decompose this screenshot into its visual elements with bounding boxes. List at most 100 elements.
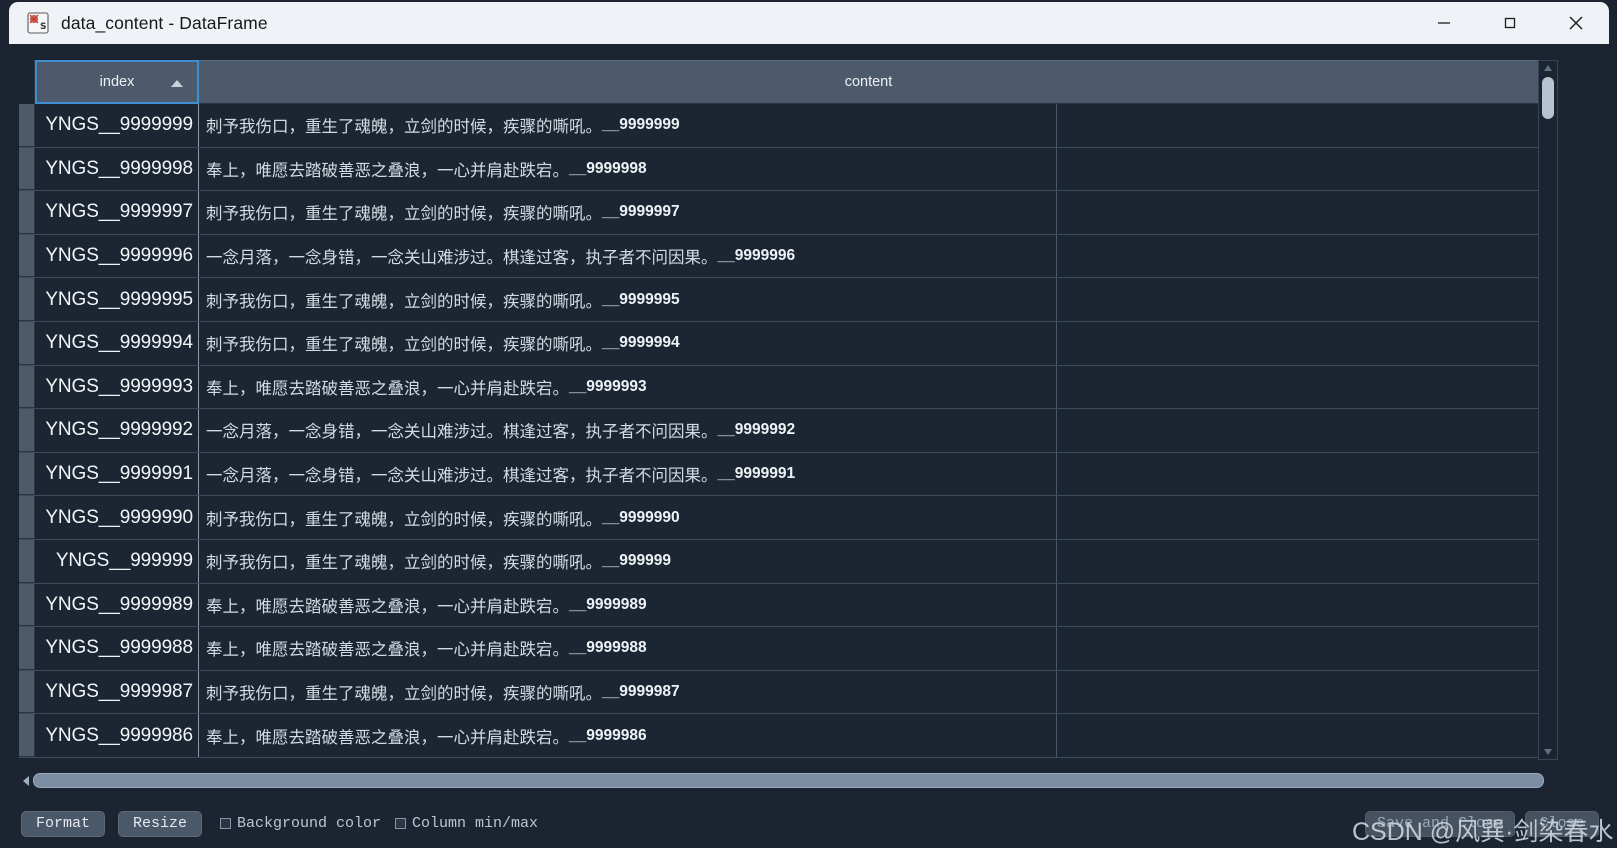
cell-index[interactable]: YNGS__9999997 (35, 191, 199, 234)
scroll-up-icon[interactable] (1539, 61, 1557, 75)
cell-empty-area (1057, 627, 1538, 670)
cell-index[interactable]: YNGS__9999990 (35, 496, 199, 539)
window-title: data_content - DataFrame (61, 12, 268, 33)
scroll-down-icon[interactable] (1539, 745, 1557, 759)
cell-index[interactable]: YNGS__9999999 (35, 104, 199, 147)
cell-index[interactable]: YNGS__9999986 (35, 714, 199, 757)
row-header-cell[interactable] (19, 714, 35, 757)
row-header-cell[interactable] (19, 147, 35, 191)
maximize-button[interactable] (1477, 2, 1543, 44)
resize-button[interactable]: Resize (118, 810, 202, 837)
horizontal-scrollbar[interactable] (19, 771, 1558, 790)
cell-content[interactable]: 奉上，唯愿去踏破善恶之叠浪，一心并肩赴跌宕。 __9999988 (199, 627, 1057, 670)
cell-content[interactable]: 刺予我伤口，重生了魂魄，立剑的时候，疾骤的嘶吼。 __999999 (199, 539, 1057, 583)
cell-content-text: 刺予我伤口，重生了魂魄，立剑的时候，疾骤的嘶吼。 (206, 117, 602, 137)
background-color-checkbox[interactable]: Background color (220, 815, 381, 832)
cell-index[interactable]: YNGS__9999988 (35, 627, 199, 670)
table-row[interactable]: YNGS__9999988 奉上，唯愿去踏破善恶之叠浪，一心并肩赴跌宕。 __999… (19, 627, 1538, 671)
table-row[interactable]: YNGS__999999 刺予我伤口，重生了魂魄，立剑的时候，疾骤的嘶吼。 __99… (19, 539, 1538, 584)
column-header-index[interactable]: index (35, 60, 199, 104)
row-header-cell[interactable] (19, 278, 35, 321)
horizontal-scrollbar-thumb[interactable] (33, 773, 1544, 788)
cell-content[interactable]: 奉上，唯愿去踏破善恶之叠浪，一心并肩赴跌宕。 __9999986 (199, 714, 1057, 757)
background-color-label: Background color (237, 815, 382, 832)
scroll-left-icon[interactable] (19, 771, 33, 790)
table-row[interactable]: YNGS__9999987 刺予我伤口，重生了魂魄，立剑的时候，疾骤的嘶吼。 __9… (19, 670, 1538, 715)
cell-index[interactable]: YNGS__9999994 (35, 321, 199, 365)
cell-index[interactable]: YNGS__9999991 (35, 452, 199, 496)
row-header-cell[interactable] (19, 627, 35, 670)
table-row[interactable]: YNGS__9999992 一念月落，一念身错，一念关山难涉过。棋逢过客，执子者不… (19, 409, 1538, 453)
table-row[interactable]: YNGS__9999997 刺予我伤口，重生了魂魄，立剑的时候，疾骤的嘶吼。 __9… (19, 191, 1538, 235)
cell-content[interactable]: 刺予我伤口，重生了魂魄，立剑的时候，疾骤的嘶吼。 __9999997 (199, 191, 1057, 234)
row-header-cell[interactable] (19, 234, 35, 278)
cell-content-suffix: __999999 (602, 552, 671, 570)
cell-index[interactable]: YNGS__9999996 (35, 234, 199, 278)
cell-content[interactable]: 刺予我伤口，重生了魂魄，立剑的时候，疾骤的嘶吼。 __9999999 (199, 104, 1057, 147)
cell-content[interactable]: 一念月落，一念身错，一念关山难涉过。棋逢过客，执子者不问因果。 __9999996 (199, 234, 1057, 278)
save-and-close-button[interactable]: Save and Close (1365, 810, 1515, 837)
table-row[interactable]: YNGS__9999998 奉上，唯愿去踏破善恶之叠浪，一心并肩赴跌宕。 __999… (19, 147, 1538, 192)
cell-index[interactable]: YNGS__999999 (35, 539, 199, 583)
horizontal-scrollbar-track[interactable] (33, 773, 1544, 788)
cell-content-suffix: __9999994 (602, 334, 680, 352)
cell-index[interactable]: YNGS__9999993 (35, 365, 199, 409)
cell-index[interactable]: YNGS__9999995 (35, 278, 199, 321)
close-button[interactable] (1543, 2, 1609, 44)
row-header-cell[interactable] (19, 496, 35, 539)
row-header-cell[interactable] (19, 539, 35, 583)
cell-content-text: 奉上，唯愿去踏破善恶之叠浪，一心并肩赴跌宕。 (206, 596, 569, 616)
row-header-cell[interactable] (19, 191, 35, 234)
cell-index[interactable]: YNGS__9999987 (35, 670, 199, 714)
cell-content-text: 奉上，唯愿去踏破善恶之叠浪，一心并肩赴跌宕。 (206, 727, 569, 747)
table-row[interactable]: YNGS__9999993 奉上，唯愿去踏破善恶之叠浪，一心并肩赴跌宕。 __999… (19, 365, 1538, 410)
row-header-cell[interactable] (19, 321, 35, 365)
table-row[interactable]: YNGS__9999999 刺予我伤口，重生了魂魄，立剑的时候，疾骤的嘶吼。 __9… (19, 104, 1538, 148)
table-row[interactable]: YNGS__9999995 刺予我伤口，重生了魂魄，立剑的时候，疾骤的嘶吼。 __9… (19, 278, 1538, 322)
cell-content[interactable]: 奉上，唯愿去踏破善恶之叠浪，一心并肩赴跌宕。 __9999998 (199, 147, 1057, 191)
cell-index[interactable]: YNGS__9999989 (35, 583, 199, 627)
row-header-cell[interactable] (19, 365, 35, 409)
table-corner-cell[interactable] (19, 60, 35, 104)
column-minmax-checkbox[interactable]: Column min/max (395, 815, 538, 832)
row-header-cell[interactable] (19, 583, 35, 627)
table-row[interactable]: YNGS__9999990 刺予我伤口，重生了魂魄，立剑的时候，疾骤的嘶吼。 __9… (19, 496, 1538, 540)
cell-content-text: 一念月落，一念身错，一念关山难涉过。棋逢过客，执子者不问因果。 (206, 248, 718, 268)
table-row[interactable]: YNGS__9999994 刺予我伤口，重生了魂魄，立剑的时候，疾骤的嘶吼。 __9… (19, 321, 1538, 366)
cell-content[interactable]: 刺予我伤口，重生了魂魄，立剑的时候，疾骤的嘶吼。 __9999994 (199, 321, 1057, 365)
row-header-cell[interactable] (19, 409, 35, 452)
close-dialog-button[interactable]: Close (1525, 810, 1599, 837)
scroll-right-icon[interactable] (1544, 771, 1558, 790)
cell-content[interactable]: 奉上，唯愿去踏破善恶之叠浪，一心并肩赴跌宕。 __9999989 (199, 583, 1057, 627)
column-header-content[interactable]: content (199, 60, 1538, 104)
table-row[interactable]: YNGS__9999986 奉上，唯愿去踏破善恶之叠浪，一心并肩赴跌宕。 __999… (19, 714, 1538, 758)
format-button[interactable]: Format (21, 810, 105, 837)
table-row[interactable]: YNGS__9999989 奉上，唯愿去踏破善恶之叠浪，一心并肩赴跌宕。 __999… (19, 583, 1538, 628)
cell-content[interactable]: 刺予我伤口，重生了魂魄，立剑的时候，疾骤的嘶吼。 __9999995 (199, 278, 1057, 321)
vertical-scrollbar[interactable] (1538, 60, 1558, 760)
row-header-cell[interactable] (19, 104, 35, 147)
row-header-cell[interactable] (19, 670, 35, 714)
cell-content[interactable]: 刺予我伤口，重生了魂魄，立剑的时候，疾骤的嘶吼。 __9999990 (199, 496, 1057, 539)
cell-content-suffix: __9999997 (602, 203, 680, 221)
minimize-button[interactable] (1411, 2, 1477, 44)
checkbox-box-background-color[interactable] (220, 818, 231, 829)
spyder-variable-explorer-icon: S (27, 12, 49, 34)
table-row[interactable]: YNGS__9999991 一念月落，一念身错，一念关山难涉过。棋逢过客，执子者不… (19, 452, 1538, 497)
row-header-cell[interactable] (19, 452, 35, 496)
title-bar: S data_content - DataFrame (9, 2, 1609, 44)
cell-content[interactable]: 一念月落，一念身错，一念关山难涉过。棋逢过客，执子者不问因果。 __9999992 (199, 409, 1057, 452)
cell-content[interactable]: 一念月落，一念身错，一念关山难涉过。棋逢过客，执子者不问因果。 __9999991 (199, 452, 1057, 496)
vertical-scrollbar-thumb[interactable] (1542, 77, 1554, 119)
cell-empty-area (1057, 453, 1538, 496)
window-controls (1411, 2, 1609, 44)
checkbox-box-column-minmax[interactable] (395, 818, 407, 829)
cell-content-suffix: __9999987 (602, 683, 680, 701)
cell-content[interactable]: 奉上，唯愿去踏破善恶之叠浪，一心并肩赴跌宕。 __9999993 (199, 365, 1057, 409)
cell-index[interactable]: YNGS__9999998 (35, 147, 199, 191)
table-row[interactable]: YNGS__9999996 一念月落，一念身错，一念关山难涉过。棋逢过客，执子者不… (19, 234, 1538, 279)
cell-content[interactable]: 刺予我伤口，重生了魂魄，立剑的时候，疾骤的嘶吼。 __9999987 (199, 670, 1057, 714)
cell-content-text: 奉上，唯愿去踏破善恶之叠浪，一心并肩赴跌宕。 (206, 378, 569, 398)
cell-index[interactable]: YNGS__9999992 (35, 409, 199, 452)
bottom-toolbar: Format Resize Background color Column mi… (0, 800, 1617, 847)
